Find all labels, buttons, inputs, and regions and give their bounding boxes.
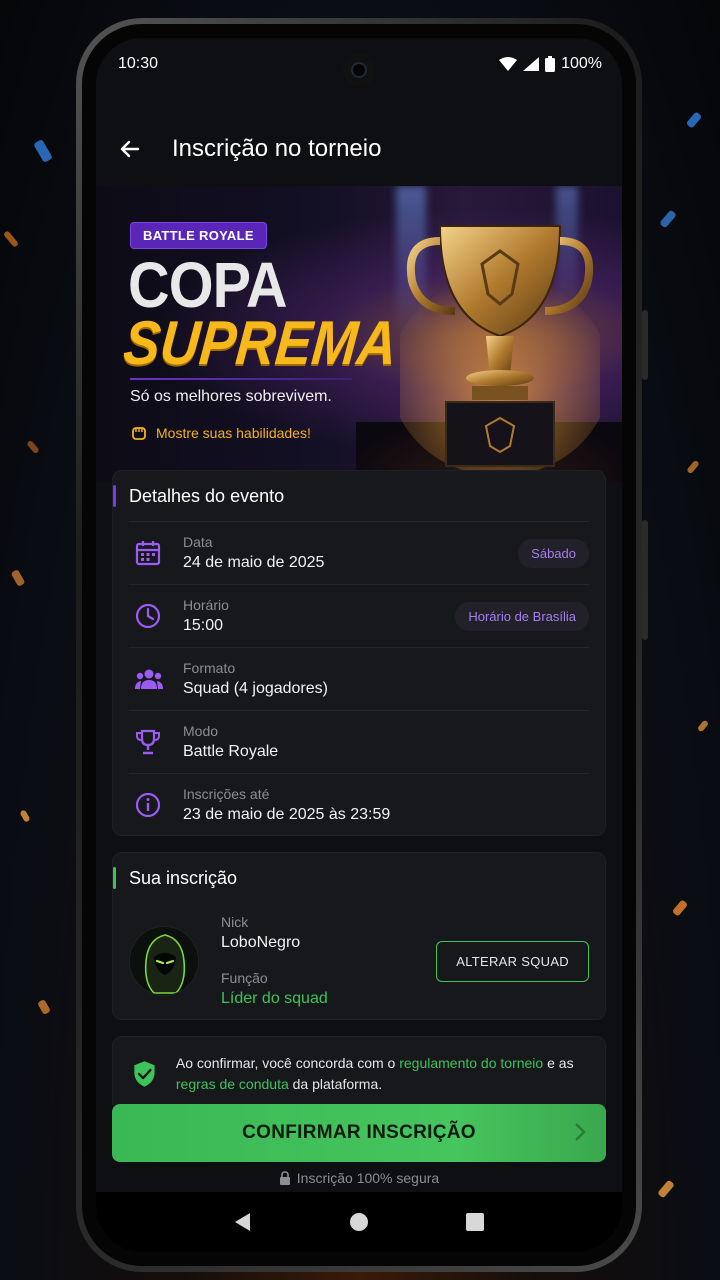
- ember-decoration: [2, 230, 20, 248]
- ember-decoration: [696, 719, 710, 733]
- detail-row-date: Data 24 de maio de 2025 Sábado: [129, 521, 589, 584]
- registration-heading: Sua inscrição: [113, 853, 605, 903]
- system-nav-bar: [96, 1192, 622, 1252]
- trophy-icon: [136, 729, 160, 755]
- registration-card: Sua inscrição Nick LoboNegro Função Líde…: [112, 852, 606, 1020]
- shield-check-icon: [134, 1061, 155, 1087]
- banner-skill-note: Mostre suas habilidades!: [130, 424, 311, 442]
- conduct-rules-link[interactable]: regras de conduta: [176, 1076, 289, 1092]
- detail-value: Battle Royale: [183, 743, 279, 760]
- terms-card: Ao confirmar, você concorda com o regula…: [112, 1036, 606, 1112]
- event-details-heading: Detalhes do evento: [113, 471, 605, 521]
- change-squad-button[interactable]: ALTERAR SQUAD: [436, 940, 589, 982]
- chevron-right-icon: [575, 1123, 586, 1141]
- lock-icon: [279, 1171, 290, 1185]
- detail-row-mode: Modo Battle Royale: [129, 710, 589, 773]
- event-details-card: Detalhes do evento Data 24 de maio de 20…: [112, 470, 606, 836]
- tournament-rules-link[interactable]: regulamento do torneio: [399, 1055, 543, 1071]
- detail-value: 15:00: [183, 617, 224, 634]
- nav-home-icon[interactable]: [349, 1212, 369, 1232]
- genre-tag: BATTLE ROYALE: [130, 222, 267, 249]
- detail-label: Modo: [183, 723, 219, 739]
- fist-icon: [132, 427, 146, 440]
- detail-row-deadline: Inscrições até 23 de maio de 2025 às 23:…: [129, 773, 589, 836]
- detail-row-time: Horário 15:00 Horário de Brasília: [129, 584, 589, 647]
- power-button: [642, 520, 648, 640]
- detail-value: 24 de maio de 2025: [183, 554, 325, 571]
- tournament-banner: BATTLE ROYALE COPA SUPREMA Só os melhore…: [96, 186, 622, 482]
- info-icon: [135, 792, 161, 818]
- ember-decoration: [685, 111, 703, 129]
- ember-decoration: [37, 998, 51, 1016]
- app-bar: Inscrição no torneio: [96, 114, 622, 184]
- detail-label: Formato: [183, 660, 236, 676]
- status-time: 10:30: [118, 55, 159, 72]
- back-arrow-icon[interactable]: [118, 137, 142, 161]
- detail-value: 23 de maio de 2025 às 23:59: [183, 806, 391, 823]
- avatar: [129, 926, 199, 996]
- terms-text-part: Ao confirmar, você concorda com o: [175, 1055, 400, 1071]
- secure-text: Inscrição 100% segura: [296, 1170, 440, 1186]
- page-title: Inscrição no torneio: [172, 135, 382, 162]
- confirm-registration-button[interactable]: CONFIRMAR INSCRIÇÃO: [112, 1104, 606, 1162]
- signal-icon: [523, 57, 540, 71]
- banner-tagline: Só os melhores sobrevivem.: [130, 388, 332, 405]
- trophy-illustration: [400, 225, 600, 476]
- ember-decoration: [686, 459, 700, 475]
- ember-decoration: [33, 138, 53, 164]
- ember-decoration: [26, 439, 40, 455]
- weekday-badge: Sábado: [518, 538, 589, 568]
- nav-back-icon[interactable]: [234, 1212, 252, 1232]
- terms-text-part: da plataforma.: [288, 1076, 383, 1092]
- skill-text: Mostre suas habilidades!: [156, 425, 311, 441]
- app-screen: 10:30 100% Inscrição no torneio BATTLE R…: [96, 38, 622, 1252]
- detail-label: Inscrições até: [183, 786, 270, 802]
- banner-divider: [130, 378, 352, 380]
- ember-decoration: [19, 809, 31, 823]
- ember-decoration: [671, 899, 689, 917]
- confirm-button-label: CONFIRMAR INSCRIÇÃO: [242, 1122, 476, 1143]
- ember-decoration: [10, 569, 26, 587]
- nick-label: Nick: [221, 914, 249, 930]
- wifi-icon: [499, 57, 518, 71]
- volume-button: [642, 310, 648, 380]
- clock-icon: [135, 603, 161, 629]
- phone-frame: 10:30 100% Inscrição no torneio BATTLE R…: [76, 18, 642, 1272]
- ember-decoration: [659, 209, 677, 229]
- detail-row-format: Formato Squad (4 jogadores): [129, 647, 589, 710]
- group-icon: [135, 669, 163, 689]
- banner-title-line2: SUPREMA: [120, 309, 401, 378]
- front-camera: [343, 54, 375, 86]
- battery-level: 100%: [561, 55, 602, 72]
- nav-recents-icon[interactable]: [465, 1213, 484, 1231]
- role-label: Função: [221, 970, 268, 986]
- terms-text-part: e as: [543, 1055, 574, 1071]
- detail-label: Data: [183, 534, 213, 550]
- calendar-icon: [135, 541, 161, 566]
- ember-decoration: [657, 1179, 675, 1199]
- secure-note: Inscrição 100% segura: [96, 1170, 622, 1186]
- hooded-figure-avatar-icon: [130, 927, 198, 995]
- terms-text: Ao confirmar, você concorda com o regula…: [176, 1053, 585, 1095]
- detail-value: Squad (4 jogadores): [183, 680, 328, 697]
- nick-value: LoboNegro: [221, 934, 301, 951]
- timezone-badge: Horário de Brasília: [455, 601, 589, 631]
- battery-icon: [545, 56, 556, 72]
- role-value: Líder do squad: [221, 990, 328, 1007]
- detail-label: Horário: [183, 597, 229, 613]
